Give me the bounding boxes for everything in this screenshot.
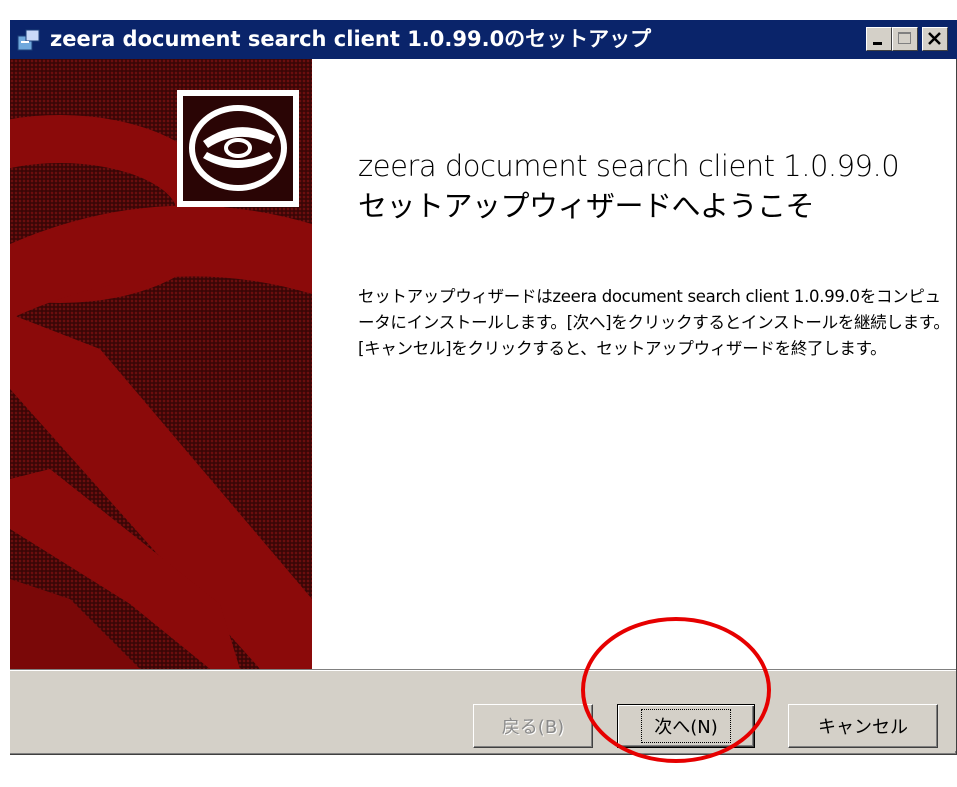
back-button[interactable]: 戻る(B) xyxy=(473,704,593,748)
maximize-button[interactable] xyxy=(892,27,918,51)
cd-disc-icon xyxy=(189,105,287,191)
window-title: zeera document search client 1.0.99.0のセッ… xyxy=(50,27,652,51)
minimize-button[interactable] xyxy=(866,27,892,51)
minimize-icon xyxy=(873,42,882,45)
back-button-label: 戻る(B) xyxy=(501,717,565,738)
cd-logo xyxy=(177,90,299,207)
title-bar[interactable]: zeera document search client 1.0.99.0のセッ… xyxy=(10,20,957,59)
setup-wizard-window: zeera document search client 1.0.99.0のセッ… xyxy=(9,19,957,755)
cancel-button[interactable]: キャンセル xyxy=(788,704,938,748)
wizard-heading: zeera document search client 1.0.99.0 セッ… xyxy=(358,149,900,223)
close-button[interactable] xyxy=(922,27,948,51)
wizard-description: セットアップウィザードはzeera document search client… xyxy=(358,287,950,358)
wizard-banner xyxy=(10,59,312,669)
installer-icon xyxy=(17,29,40,51)
maximize-icon xyxy=(898,32,911,44)
cancel-button-label: キャンセル xyxy=(818,717,908,738)
wizard-footer: 戻る(B) 次へ(N) キャンセル xyxy=(10,671,956,751)
next-button[interactable]: 次へ(N) xyxy=(617,704,755,748)
close-icon xyxy=(928,32,941,45)
next-button-label: 次へ(N) xyxy=(641,709,731,743)
wizard-content: zeera document search client 1.0.99.0 セッ… xyxy=(10,59,956,669)
